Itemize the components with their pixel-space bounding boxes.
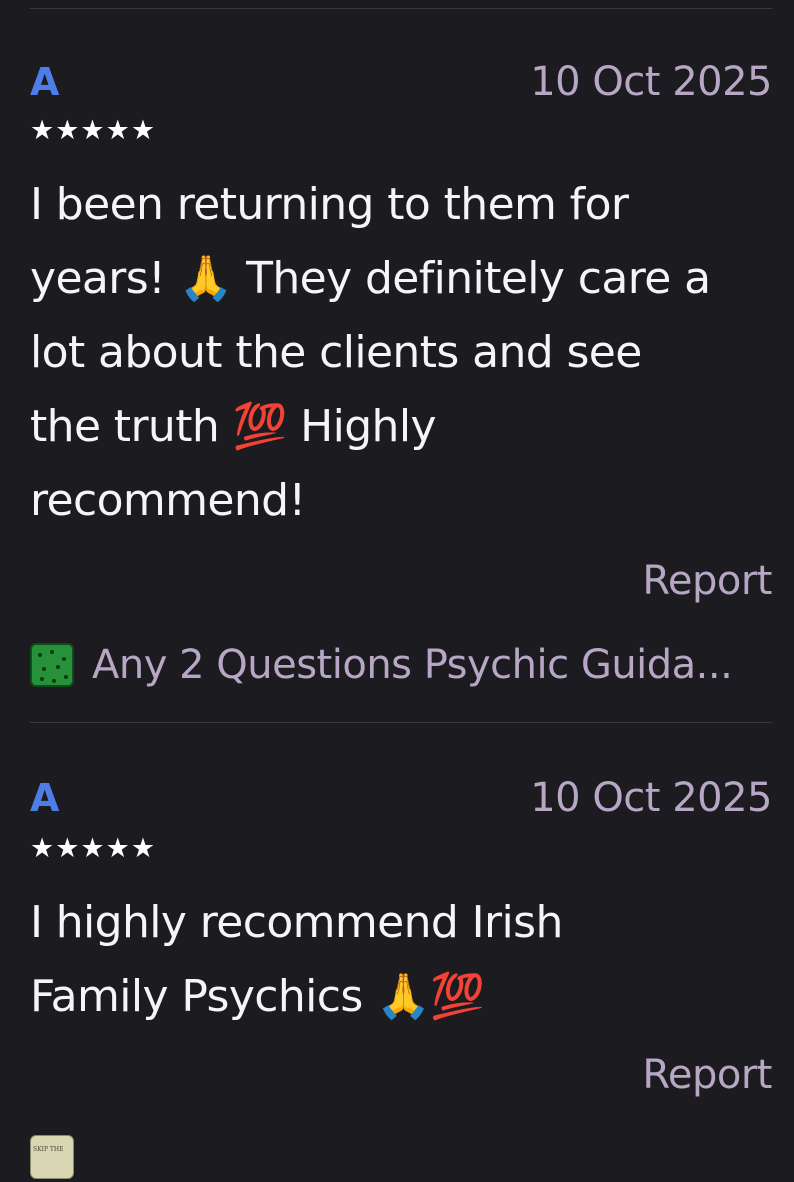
review-card: A 10 Oct 2025 ★★★★★ I highly recommend I… — [30, 776, 772, 1179]
review-text-line: recommend! — [30, 475, 306, 526]
review-text-line: the truth 💯 Highly — [30, 401, 437, 452]
product-link[interactable]: SKIP THE — [30, 1132, 772, 1182]
review-text: I been returning to them for years! 🙏 Th… — [30, 168, 772, 538]
product-thumbnail-icon: SKIP THE — [30, 1135, 74, 1179]
review-header: A 10 Oct 2025 — [30, 776, 772, 826]
product-link[interactable]: Any 2 Questions Psychic Guida... — [30, 640, 772, 690]
review-header: A 10 Oct 2025 — [30, 60, 772, 110]
review-card: A 10 Oct 2025 ★★★★★ I been returning to … — [30, 60, 772, 700]
product-thumbnail-icon — [30, 643, 74, 687]
review-text-line: I been returning to them for — [30, 179, 629, 230]
star-rating: ★★★★★ — [30, 833, 157, 864]
thumbnail-text: SKIP THE — [33, 1146, 64, 1153]
review-text: I highly recommend Irish Family Psychics… — [30, 886, 772, 1034]
reviewer-initial: A — [30, 776, 60, 820]
top-divider — [30, 8, 772, 9]
review-text-line: Family Psychics 🙏💯 — [30, 971, 485, 1022]
review-text-line: years! 🙏 They definitely care a — [30, 253, 711, 304]
review-date: 10 Oct 2025 — [530, 775, 772, 821]
product-title: Any 2 Questions Psychic Guida... — [92, 642, 733, 688]
review-text-line: lot about the clients and see — [30, 327, 642, 378]
review-date: 10 Oct 2025 — [530, 59, 772, 105]
report-button[interactable]: Report — [642, 558, 772, 604]
report-button[interactable]: Report — [642, 1052, 772, 1098]
review-divider — [30, 722, 772, 723]
reviewer-initial: A — [30, 60, 60, 104]
star-rating: ★★★★★ — [30, 115, 157, 146]
review-text-line: I highly recommend Irish — [30, 897, 563, 948]
